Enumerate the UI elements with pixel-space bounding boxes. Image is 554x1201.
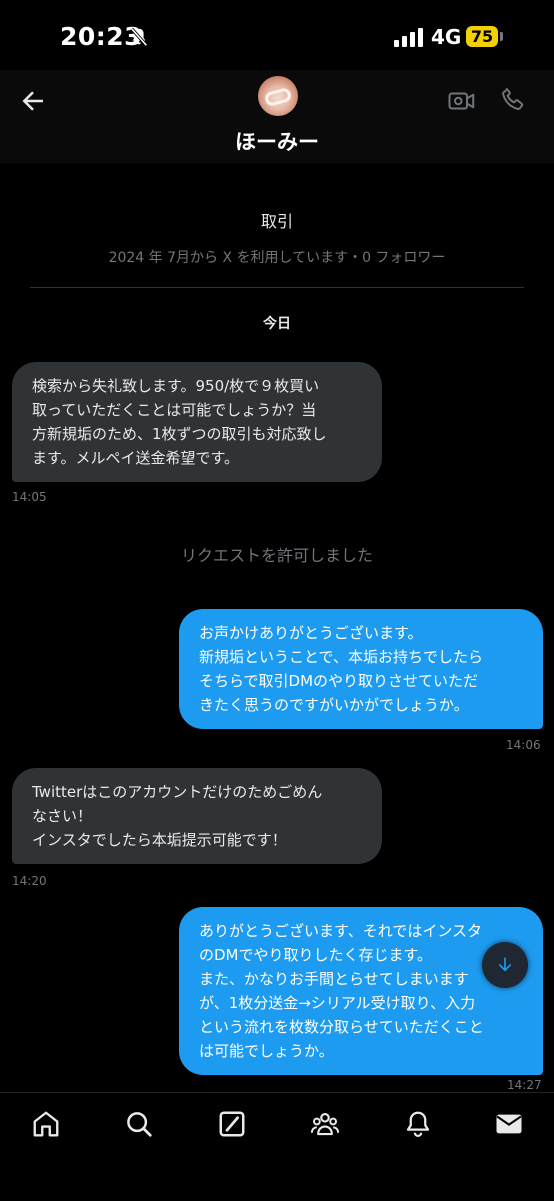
message-line: そちらで取引DMのやり取りさせていただ	[199, 672, 479, 690]
message-line: ありがとうございます、それではインスタ	[199, 922, 483, 940]
arrow-left-icon[interactable]	[18, 86, 48, 116]
network-type: 4G	[431, 25, 462, 49]
envelope-icon[interactable]	[494, 1109, 524, 1139]
account-meta: 2024 年 7月から X を利用しています・0 フォロワー	[108, 250, 446, 266]
arrow-down-icon	[498, 957, 512, 972]
bottom-tab-bar	[0, 1092, 554, 1201]
grok-icon[interactable]	[217, 1109, 247, 1139]
message-time: 14:27	[507, 1078, 542, 1092]
day-separator: 今日	[263, 316, 291, 332]
message-time: 14:05	[12, 490, 47, 504]
signal-icon	[394, 28, 423, 47]
video-camera-icon[interactable]	[447, 86, 477, 116]
message-line: インスタでしたら本垢提示可能です！	[32, 831, 287, 849]
message-line: のDMでやり取りしたく存じます。	[199, 946, 432, 964]
bell-muted-icon	[130, 27, 148, 47]
scroll-to-bottom-button[interactable]	[482, 942, 528, 988]
message-line: 方新規垢のため、1枚ずつの取引も対応致し	[32, 425, 327, 443]
people-icon[interactable]	[310, 1109, 340, 1139]
message-line: きたく思うのですがいかがでしょうか。	[199, 696, 469, 714]
message-line: という流れを枚数分取らせていただくこと	[199, 1018, 484, 1036]
message-bubble-outgoing[interactable]: お声かけありがとうございます。 新規垢ということで、本垢お持ちでしたら そちらで…	[179, 609, 543, 729]
message-bubble-outgoing[interactable]: ありがとうございます、それではインスタ のDMでやり取りしたく存じます。 また、…	[179, 907, 543, 1075]
message-time: 14:06	[506, 738, 541, 752]
message-line: ます。メルペイ送金希望です。	[32, 449, 240, 467]
conversation-title: 取引	[260, 212, 293, 231]
system-message: リクエストを許可しました	[180, 546, 373, 565]
battery-tip	[500, 32, 503, 41]
message-line: なさい！	[32, 807, 93, 825]
message-bubble-incoming[interactable]: 検索から失礼致します。950/枚で９枚買い 取っていただくことは可能でしょうか？…	[12, 362, 382, 482]
message-line: Twitterはこのアカウントだけのためごめん	[32, 783, 323, 801]
bell-icon[interactable]	[403, 1109, 433, 1139]
phone-icon[interactable]	[498, 84, 528, 114]
battery-icon: 75	[466, 26, 498, 47]
status-bar: 20:23 4G 75	[0, 0, 554, 70]
home-icon[interactable]	[31, 1109, 61, 1139]
message-line: お声かけありがとうございます。	[199, 624, 423, 642]
divider	[30, 287, 524, 288]
message-time: 14:20	[12, 874, 47, 888]
message-line: は可能でしょうか。	[199, 1042, 334, 1060]
message-line: 取っていただくことは可能でしょうか？当	[32, 401, 317, 419]
message-line: が、1枚分送金→シリアル受け取り、入力	[199, 994, 476, 1012]
message-line: また、かなりお手間とらせてしまいます	[199, 970, 469, 988]
message-bubble-incoming[interactable]: Twitterはこのアカウントだけのためごめん なさい！ インスタでしたら本垢提…	[12, 768, 382, 864]
message-line: 新規垢ということで、本垢お持ちでしたら	[199, 648, 483, 666]
avatar[interactable]	[258, 76, 298, 116]
message-line: 検索から失礼致します。950/枚で９枚買い	[32, 377, 320, 395]
search-icon[interactable]	[124, 1109, 154, 1139]
conversation-header: ほーみー	[0, 70, 554, 163]
contact-name[interactable]: ほーみー	[0, 126, 554, 156]
